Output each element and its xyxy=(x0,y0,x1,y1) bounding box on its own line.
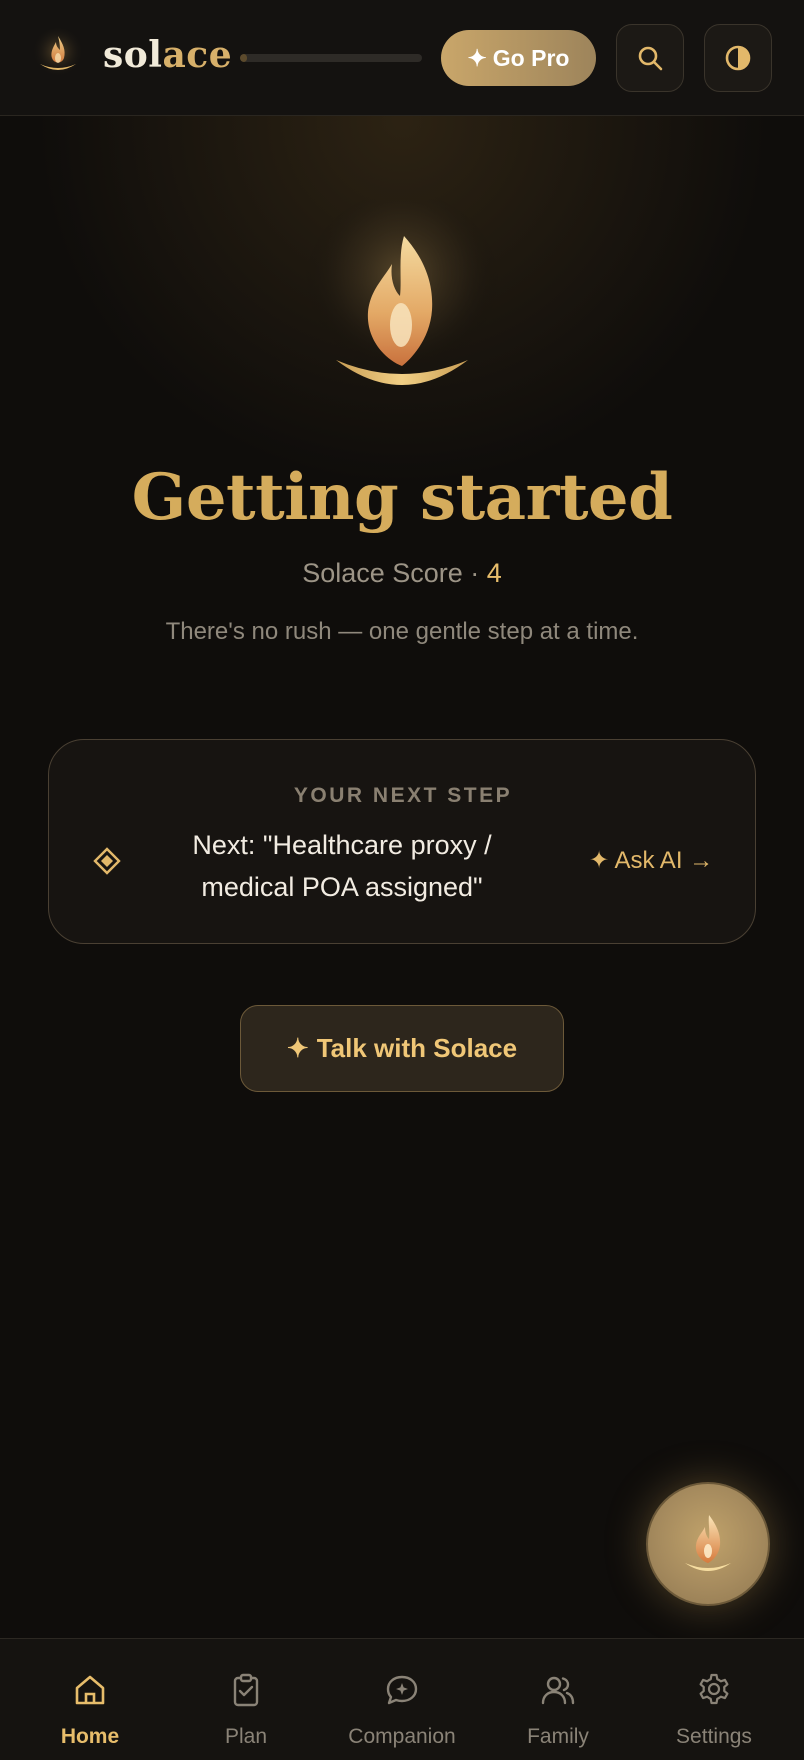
go-pro-button[interactable]: ✦ Go Pro xyxy=(441,30,596,86)
search-button[interactable] xyxy=(616,24,684,92)
hero-flame-icon xyxy=(304,200,500,388)
nav-item-home[interactable]: Home xyxy=(10,1639,170,1760)
contrast-icon xyxy=(725,45,751,71)
ask-ai-link[interactable]: ✦ Ask AI → xyxy=(589,846,713,875)
page-title: Getting started xyxy=(131,460,673,535)
nav-label-home: Home xyxy=(60,1725,120,1748)
chat-sparkle-icon xyxy=(386,1675,418,1705)
theme-toggle-button[interactable] xyxy=(704,24,772,92)
solace-score-label: Solace Score · xyxy=(302,558,487,588)
bottom-nav: Home Plan Companion Family Settings xyxy=(0,1638,804,1760)
sparkle-icon: ✦ xyxy=(467,44,487,71)
sparkle-icon: ✦ xyxy=(286,1033,309,1063)
talk-with-solace-label: Talk with Solace xyxy=(316,1033,518,1063)
nav-label-plan: Plan xyxy=(224,1725,268,1748)
nav-item-family[interactable]: Family xyxy=(478,1639,638,1760)
next-step-text: Next: "Healthcare proxy / medical POA as… xyxy=(192,830,492,902)
companion-fab-button[interactable] xyxy=(646,1482,770,1606)
nav-label-settings: Settings xyxy=(676,1725,752,1748)
nav-label-companion: Companion xyxy=(348,1725,456,1748)
diamond-icon xyxy=(93,847,121,875)
clipboard-check-icon xyxy=(233,1673,259,1707)
top-bar: solace ✦ Go Pro xyxy=(0,0,804,116)
solace-score-value: 4 xyxy=(486,558,502,588)
nav-item-companion[interactable]: Companion xyxy=(322,1639,482,1760)
flame-logo-icon xyxy=(32,28,84,80)
nav-item-settings[interactable]: Settings xyxy=(634,1639,794,1760)
home-icon xyxy=(75,1675,105,1705)
search-icon xyxy=(638,46,663,71)
nav-item-plan[interactable]: Plan xyxy=(166,1639,326,1760)
next-step-card[interactable]: YOUR NEXT STEP Next: "Healthcare proxy /… xyxy=(48,739,756,944)
plan-progress-bar xyxy=(240,54,422,62)
nav-label-family: Family xyxy=(527,1725,589,1748)
flame-icon xyxy=(685,1515,731,1571)
brand-name: solace xyxy=(103,34,232,76)
users-icon xyxy=(541,1676,575,1705)
talk-with-solace-button[interactable]: ✦ Talk with Solace xyxy=(240,1005,564,1092)
next-step-eyebrow: YOUR NEXT STEP xyxy=(293,784,513,807)
app-root: solace ✦ Go Pro Getting started Solace S… xyxy=(0,0,804,1760)
brand-name-suffix: ace xyxy=(162,34,233,76)
solace-score: Solace Score · 4 xyxy=(0,558,804,589)
gear-icon xyxy=(699,1673,729,1705)
go-pro-label: Go Pro xyxy=(492,44,570,71)
plan-progress-fill xyxy=(240,54,248,62)
brand-name-prefix: sol xyxy=(103,34,163,76)
hero-subtitle: There's no rush — one gentle step at a t… xyxy=(165,618,639,645)
